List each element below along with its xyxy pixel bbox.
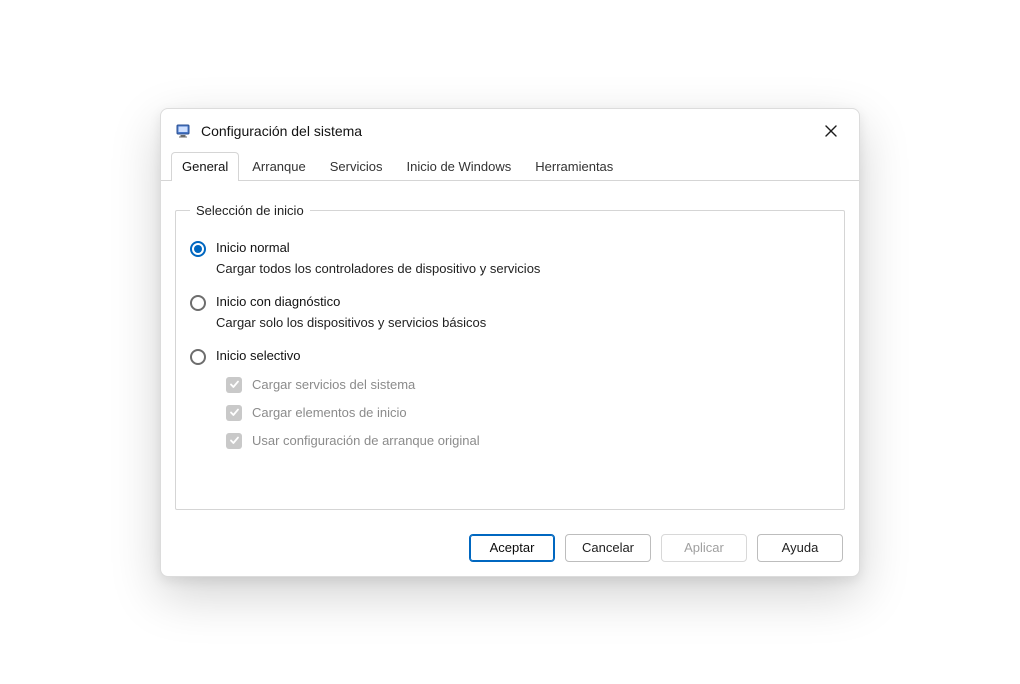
checkbox-icon: [226, 377, 242, 393]
ok-button[interactable]: Aceptar: [469, 534, 555, 562]
tab-servicios[interactable]: Servicios: [319, 152, 394, 181]
option-label: Inicio selectivo: [216, 348, 301, 363]
radio-icon: [190, 241, 206, 257]
tabpanel-general: Selección de inicio Inicio normal Cargar…: [161, 181, 859, 520]
selective-suboptions: Cargar servicios del sistema Cargar elem…: [226, 377, 826, 449]
help-button[interactable]: Ayuda: [757, 534, 843, 562]
option-desc: Cargar todos los controladores de dispos…: [216, 261, 540, 276]
check-label: Cargar elementos de inicio: [252, 405, 407, 420]
option-label: Inicio con diagnóstico: [216, 294, 486, 309]
radio-option-selective[interactable]: Inicio selectivo: [190, 348, 826, 365]
window-title: Configuración del sistema: [201, 123, 362, 139]
close-icon: [825, 125, 837, 137]
check-label: Usar configuración de arranque original: [252, 433, 480, 448]
tab-inicio-windows[interactable]: Inicio de Windows: [395, 152, 522, 181]
checkbox-icon: [226, 405, 242, 421]
apply-button: Aplicar: [661, 534, 747, 562]
check-load-startup-items: Cargar elementos de inicio: [226, 405, 826, 421]
option-desc: Cargar solo los dispositivos y servicios…: [216, 315, 486, 330]
group-legend: Selección de inicio: [190, 203, 310, 218]
option-label: Inicio normal: [216, 240, 540, 255]
titlebar: Configuración del sistema: [161, 109, 859, 151]
close-button[interactable]: [817, 119, 845, 143]
radio-icon: [190, 349, 206, 365]
tab-herramientas[interactable]: Herramientas: [524, 152, 624, 181]
radio-option-normal[interactable]: Inicio normal Cargar todos los controlad…: [190, 240, 826, 276]
radio-option-diagnostic[interactable]: Inicio con diagnóstico Cargar solo los d…: [190, 294, 826, 330]
tab-arranque[interactable]: Arranque: [241, 152, 316, 181]
msconfig-icon: [175, 122, 193, 140]
cancel-button[interactable]: Cancelar: [565, 534, 651, 562]
check-label: Cargar servicios del sistema: [252, 377, 415, 392]
check-load-system-services: Cargar servicios del sistema: [226, 377, 826, 393]
check-use-original-boot-config: Usar configuración de arranque original: [226, 433, 826, 449]
startup-selection-group: Selección de inicio Inicio normal Cargar…: [175, 203, 845, 510]
checkbox-icon: [226, 433, 242, 449]
tab-bar: General Arranque Servicios Inicio de Win…: [161, 151, 859, 181]
dialog-actions: Aceptar Cancelar Aplicar Ayuda: [161, 520, 859, 562]
tab-general[interactable]: General: [171, 152, 239, 181]
msconfig-window: Configuración del sistema General Arranq…: [160, 108, 860, 577]
radio-icon: [190, 295, 206, 311]
